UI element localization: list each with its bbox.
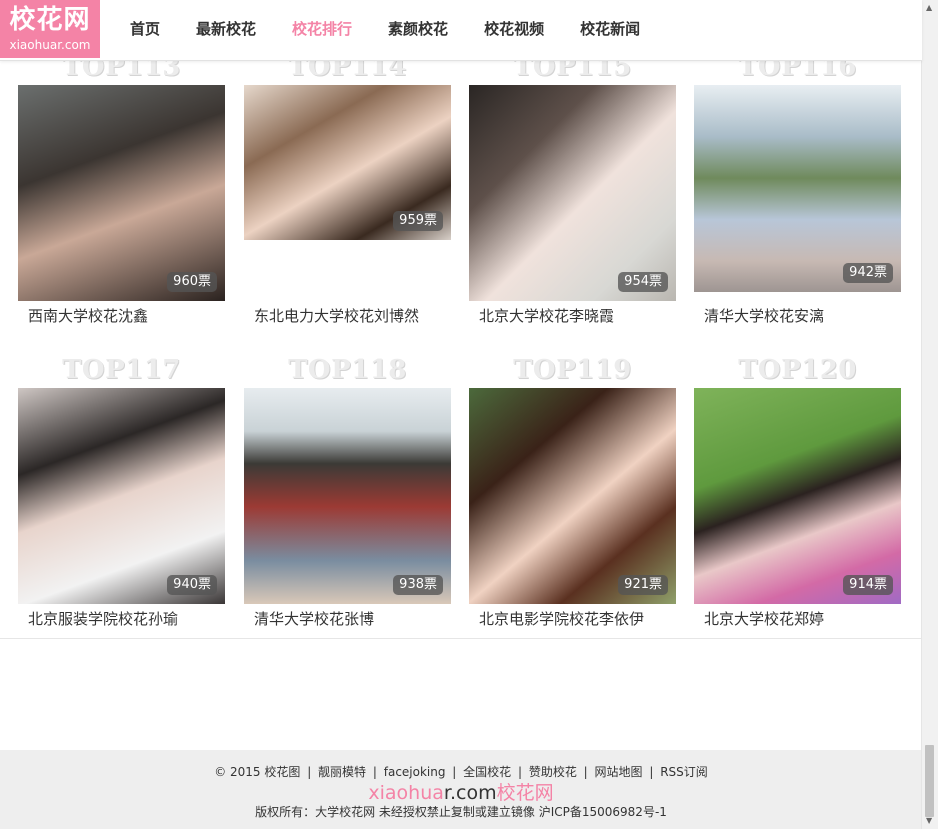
footer-link[interactable]: 赞助校花 xyxy=(529,765,577,779)
portrait-image xyxy=(469,85,676,301)
nav-ranking[interactable]: 校花排行 xyxy=(274,0,370,58)
footer-link[interactable]: 全国校花 xyxy=(463,765,511,779)
footer-link[interactable]: 靓丽模特 xyxy=(318,765,366,779)
rank-label: TOP117 xyxy=(62,355,181,385)
vote-count: 938票 xyxy=(393,575,443,595)
portrait-image xyxy=(18,85,225,301)
vote-count: 959票 xyxy=(393,211,443,231)
card-photo[interactable]: 954票 xyxy=(469,85,676,301)
nav-latest[interactable]: 最新校花 xyxy=(178,0,274,58)
card-name[interactable]: 清华大学校花张博 xyxy=(244,608,451,629)
portrait-image xyxy=(694,85,901,292)
scroll-down-icon[interactable]: ▼ xyxy=(926,816,932,825)
site-logo[interactable]: 校花网 xiaohuar.com xyxy=(0,0,100,58)
logo-subtitle: xiaohuar.com xyxy=(9,38,91,52)
scroll-up-icon[interactable]: ▲ xyxy=(926,3,932,12)
footer-link[interactable]: facejoking xyxy=(384,765,446,779)
footer-brand: xiaohuar.com校花网 xyxy=(0,782,922,804)
rank-label: TOP119 xyxy=(513,355,632,385)
page-footer: © 2015 校花图 | 靓丽模特 | facejoking | 全国校花 | … xyxy=(0,750,922,829)
card-photo[interactable]: 942票 xyxy=(694,85,901,292)
vote-count: 954票 xyxy=(618,272,668,292)
vertical-scrollbar[interactable]: ▲ ▼ xyxy=(921,0,938,829)
vote-count: 942票 xyxy=(843,263,893,283)
main-nav: 首页 最新校花 校花排行 素颜校花 校花视频 校花新闻 xyxy=(112,0,658,58)
scrollbar-thumb[interactable] xyxy=(925,745,934,817)
vote-count: 921票 xyxy=(618,575,668,595)
card-name[interactable]: 北京大学校花李晓霞 xyxy=(469,305,676,326)
nav-natural[interactable]: 素颜校花 xyxy=(370,0,466,58)
card-photo[interactable]: 959票 xyxy=(244,85,451,240)
rank-label: TOP118 xyxy=(288,355,407,385)
card-name[interactable]: 北京服装学院校花孙瑜 xyxy=(18,608,225,629)
footer-link[interactable]: RSS订阅 xyxy=(660,765,708,779)
card-name[interactable]: 清华大学校花安漓 xyxy=(694,305,901,326)
card-photo[interactable]: 914票 xyxy=(694,388,901,604)
vote-count: 940票 xyxy=(167,575,217,595)
footer-copyright: © 2015 校花图 xyxy=(214,765,301,779)
content-divider xyxy=(0,638,922,639)
nav-news[interactable]: 校花新闻 xyxy=(562,0,658,58)
card-name[interactable]: 北京大学校花郑婷 xyxy=(694,608,901,629)
portrait-image xyxy=(244,388,451,604)
portrait-image xyxy=(469,388,676,604)
footer-brand-c: 校花网 xyxy=(496,782,554,804)
card-photo[interactable]: 921票 xyxy=(469,388,676,604)
card-name[interactable]: 西南大学校花沈鑫 xyxy=(18,305,225,326)
footer-link[interactable]: 网站地图 xyxy=(595,765,643,779)
top-navbar: 校花网 xiaohuar.com 首页 最新校花 校花排行 素颜校花 校花视频 … xyxy=(0,0,922,61)
card-photo[interactable]: 940票 xyxy=(18,388,225,604)
card-name[interactable]: 东北电力大学校花刘博然 xyxy=(244,305,451,326)
vote-count: 914票 xyxy=(843,575,893,595)
card-photo[interactable]: 938票 xyxy=(244,388,451,604)
nav-video[interactable]: 校花视频 xyxy=(466,0,562,58)
rank-label: TOP120 xyxy=(738,355,857,385)
footer-brand-b: r.com xyxy=(443,782,497,804)
footer-links: © 2015 校花图 | 靓丽模特 | facejoking | 全国校花 | … xyxy=(214,765,708,779)
vote-count: 960票 xyxy=(167,272,217,292)
nav-home[interactable]: 首页 xyxy=(112,0,178,58)
footer-brand-a: xiaohua xyxy=(368,782,444,804)
portrait-image xyxy=(694,388,901,604)
card-name[interactable]: 北京电影学院校花李依伊 xyxy=(469,608,676,629)
portrait-image xyxy=(18,388,225,604)
logo-title: 校花网 xyxy=(9,5,91,35)
footer-notice: 版权所有：大学校花网 未经授权禁止复制或建立镜像 沪ICP备15006982号-… xyxy=(255,805,667,819)
card-photo[interactable]: 960票 xyxy=(18,85,225,301)
